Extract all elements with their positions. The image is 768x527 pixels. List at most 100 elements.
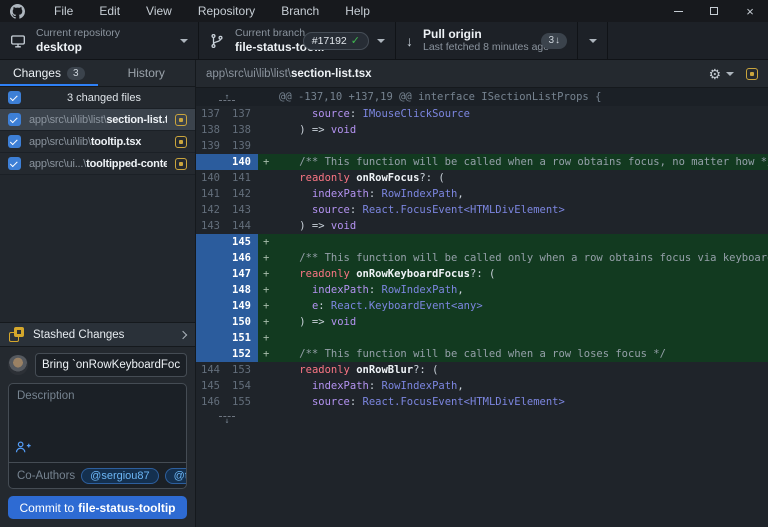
diff-file-path: app\src\ui\lib\list\section-list.tsx <box>206 68 708 80</box>
old-line-number: 143 <box>196 218 227 234</box>
line-number-gutter: 143144 <box>196 218 258 234</box>
menu-help[interactable]: Help <box>332 0 383 22</box>
stashed-changes-row[interactable]: Stashed Changes <box>0 322 195 347</box>
code-line: + readonly onRowKeyboardFocus?: ( <box>258 266 768 282</box>
stashed-changes-label: Stashed Changes <box>33 329 171 341</box>
menu-bar: FileEditViewRepositoryBranchHelp <box>41 0 383 22</box>
code-token: : <box>369 282 382 298</box>
current-repository-button[interactable]: Current repository desktop <box>0 22 199 59</box>
file-row[interactable]: app\src\ui\lib\tooltip.tsx <box>0 131 195 153</box>
expand-up-button[interactable]: ↑ <box>196 88 258 106</box>
new-line-number: 139 <box>227 138 258 154</box>
menu-repository[interactable]: Repository <box>185 0 268 22</box>
line-number-gutter[interactable]: 152 <box>196 346 258 362</box>
menu-view[interactable]: View <box>133 0 185 22</box>
line-number-gutter[interactable]: 147 <box>196 266 258 282</box>
repo-name: desktop <box>36 40 120 54</box>
add-coauthor-icon[interactable] <box>15 440 31 459</box>
diff-line[interactable]: 148+ indexPath: RowIndexPath, <box>196 282 768 298</box>
diff-line[interactable]: 152+ /** This function will be called wh… <box>196 346 768 362</box>
select-all-checkbox[interactable] <box>8 91 21 104</box>
line-number-gutter[interactable]: 149 <box>196 298 258 314</box>
code-token: ) => <box>274 218 331 234</box>
pull-dropdown-button[interactable] <box>578 22 608 59</box>
line-number-gutter[interactable]: 151 <box>196 330 258 346</box>
maximize-button[interactable] <box>696 0 732 22</box>
minimize-button[interactable] <box>660 0 696 22</box>
line-number-gutter[interactable]: 140 <box>196 154 258 170</box>
line-number-gutter[interactable]: 146 <box>196 250 258 266</box>
window-controls: × <box>660 0 768 22</box>
diff-marker: + <box>258 330 274 346</box>
changed-files-count: 3 changed files <box>21 92 187 104</box>
file-row[interactable]: app\src\ui...\tooltipped-content.tsx <box>0 153 195 175</box>
tab-changes[interactable]: Changes3 <box>0 60 98 86</box>
file-row[interactable]: app\src\ui\lib\list\section-list.tsx <box>0 109 195 131</box>
commit-button-prefix: Commit to <box>19 501 74 515</box>
menu-branch[interactable]: Branch <box>268 0 332 22</box>
current-branch-button[interactable]: Current branch file-status-too... #17192… <box>199 22 396 59</box>
code-token: IMouseClickSource <box>363 106 470 122</box>
gear-icon[interactable]: ⚙ <box>708 67 721 81</box>
line-number-gutter: 139139 <box>196 138 258 154</box>
line-number-gutter: 145154 <box>196 378 258 394</box>
new-line-number: 146 <box>227 250 258 266</box>
code-token: : <box>369 378 382 394</box>
line-number-gutter: 140141 <box>196 170 258 186</box>
file-path: app\src\ui\lib\tooltip.tsx <box>29 136 167 148</box>
file-checkbox[interactable] <box>8 157 21 170</box>
diff-marker: + <box>258 314 274 330</box>
diff-marker <box>258 362 274 378</box>
pr-status-badge[interactable]: #17192 ✓ <box>303 32 369 50</box>
diff-line[interactable]: 146+ /** This function will be called on… <box>196 250 768 266</box>
diff-line: 139139 <box>196 138 768 154</box>
modified-status-icon <box>746 68 758 80</box>
close-button[interactable]: × <box>732 0 768 22</box>
chevron-down-icon[interactable] <box>726 72 734 76</box>
file-checkbox[interactable] <box>8 113 21 126</box>
menu-edit[interactable]: Edit <box>86 0 133 22</box>
file-checkbox[interactable] <box>8 135 21 148</box>
diff-line[interactable]: 147+ readonly onRowKeyboardFocus?: ( <box>196 266 768 282</box>
diff-marker <box>258 202 274 218</box>
diff-line: 142143 source: React.FocusEvent<HTMLDivE… <box>196 202 768 218</box>
code-line: source: React.FocusEvent<HTMLDivElement> <box>258 394 768 410</box>
diff-marker <box>258 378 274 394</box>
file-dir: app\src\ui\lib\list\ <box>29 114 106 126</box>
coauthors-row[interactable]: Co-Authors @sergiou87@tidy-dev <box>9 462 186 488</box>
old-line-number <box>196 266 227 282</box>
diff-line: 141142 indexPath: RowIndexPath, <box>196 186 768 202</box>
commit-button[interactable]: Commit to file-status-tooltip <box>8 496 187 519</box>
diff-line[interactable]: 140+ /** This function will be called wh… <box>196 154 768 170</box>
sidebar-empty-area <box>0 175 195 322</box>
tab-history[interactable]: History <box>98 60 196 86</box>
pull-origin-button[interactable]: ↓ Pull origin Last fetched 8 minutes ago… <box>396 22 578 59</box>
commit-description-input[interactable] <box>9 384 186 462</box>
diff-line[interactable]: 150+ ) => void <box>196 314 768 330</box>
check-icon <box>10 159 18 167</box>
diff-line: 144153 readonly onRowBlur?: ( <box>196 362 768 378</box>
old-line-number <box>196 314 227 330</box>
line-number-gutter[interactable]: 150 <box>196 314 258 330</box>
menu-file[interactable]: File <box>41 0 86 22</box>
diff-line[interactable]: 149+ e: React.KeyboardEvent<any> <box>196 298 768 314</box>
old-line-number: 144 <box>196 362 227 378</box>
coauthor-pill[interactable]: @sergiou87 <box>81 468 158 484</box>
diff-line[interactable]: 151+ <box>196 330 768 346</box>
modified-status-icon <box>175 136 187 148</box>
expand-down-button[interactable]: ↓ <box>196 410 258 430</box>
coauthor-pill[interactable]: @tidy-dev <box>165 468 186 484</box>
old-line-number: 139 <box>196 138 227 154</box>
sidebar-tabs: Changes3 History <box>0 60 195 87</box>
code-token: RowIndexPath <box>382 282 458 298</box>
line-number-gutter[interactable]: 145 <box>196 234 258 250</box>
tab-label: History <box>128 66 165 80</box>
code-token: ) => <box>274 122 331 138</box>
code-token: indexPath <box>312 186 369 202</box>
new-line-number: 154 <box>227 378 258 394</box>
commit-description-box: Co-Authors @sergiou87@tidy-dev <box>8 383 187 489</box>
line-number-gutter[interactable]: 148 <box>196 282 258 298</box>
diff-line[interactable]: 145+ <box>196 234 768 250</box>
diff-file-header: app\src\ui\lib\list\section-list.tsx ⚙ <box>196 60 768 88</box>
commit-summary-input[interactable] <box>35 353 187 377</box>
